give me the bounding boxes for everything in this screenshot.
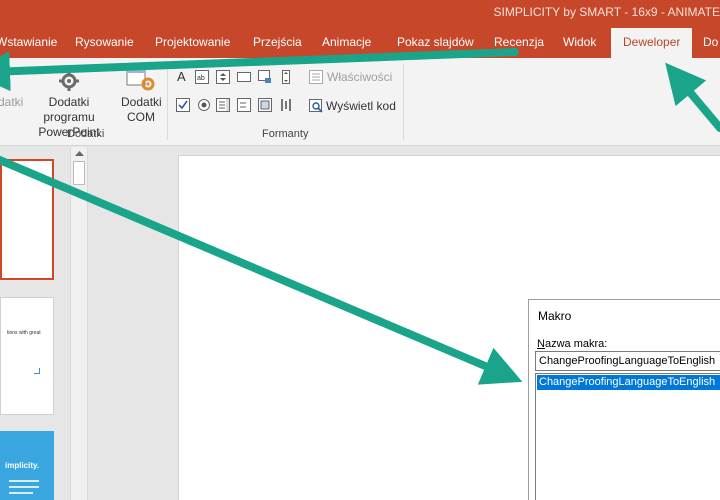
macro-name-label: Nazwa makra: bbox=[537, 338, 608, 350]
properties-button[interactable]: Właściwości bbox=[327, 70, 392, 84]
tab-view[interactable]: Widok bbox=[563, 28, 596, 58]
properties-icon[interactable] bbox=[309, 70, 323, 84]
toggle-button-icon[interactable] bbox=[258, 98, 272, 112]
powerpoint-window: SIMPLICITY by SMART - 16x9 - ANIMATE Wst… bbox=[0, 0, 720, 500]
listbox-control-icon[interactable] bbox=[216, 98, 230, 112]
slide-thumbnail-2-text: tions with great bbox=[7, 330, 41, 336]
macro-dialog: Makro Nazwa makra: ChangeProofingLanguag… bbox=[528, 299, 720, 500]
slide-thumbnail-3-title: implicity. bbox=[5, 461, 40, 470]
group-separator bbox=[167, 64, 168, 140]
title-bar: SIMPLICITY by SMART - 16x9 - ANIMATE Wst… bbox=[0, 0, 720, 58]
tab-developer[interactable]: Deweloper bbox=[611, 28, 693, 58]
com-addins-button[interactable]: Dodatki COM bbox=[121, 95, 162, 125]
scroll-up-icon[interactable] bbox=[74, 149, 85, 158]
spin-button-icon[interactable] bbox=[216, 70, 230, 84]
thumbnail-scrollbar[interactable] bbox=[70, 147, 88, 500]
tab-design[interactable]: Projektowanie bbox=[155, 28, 230, 58]
tab-more[interactable]: Do bbox=[703, 28, 718, 58]
slide-thumbnails-pane[interactable]: tions with great implicity. bbox=[0, 147, 70, 500]
macro-name-label-rest: azwa makra: bbox=[544, 338, 608, 350]
scrollbar-control-icon[interactable] bbox=[279, 70, 293, 84]
tab-transitions[interactable]: Przejścia bbox=[253, 28, 302, 58]
tab-animations[interactable]: Animacje bbox=[322, 28, 371, 58]
list-item[interactable]: ChangeProofingLanguageToEnglish bbox=[537, 375, 720, 390]
more-controls-icon[interactable] bbox=[279, 98, 293, 112]
checkbox-control-icon[interactable] bbox=[176, 98, 190, 112]
scrollbar-thumb[interactable] bbox=[73, 161, 85, 185]
slide-thumbnail-1[interactable] bbox=[0, 159, 54, 280]
gear-icon[interactable] bbox=[58, 70, 80, 92]
command-button-icon[interactable] bbox=[237, 70, 251, 84]
svg-text:ab: ab bbox=[197, 75, 205, 82]
ribbon: datki Dodatki programu PowerPoint Dodatk… bbox=[0, 58, 720, 146]
slide-corner-mark bbox=[34, 368, 40, 374]
ribbon-tabs: Wstawianie Rysowanie Projektowanie Przej… bbox=[0, 28, 720, 58]
tab-review[interactable]: Recenzja bbox=[494, 28, 544, 58]
group-controls-label: Formanty bbox=[262, 128, 309, 140]
slide-thumbnail-3[interactable]: implicity. bbox=[0, 431, 54, 500]
addins-button-label[interactable]: datki bbox=[0, 95, 23, 109]
slide-text-line bbox=[9, 486, 39, 488]
combobox-control-icon[interactable] bbox=[237, 98, 251, 112]
textbox-control-icon[interactable]: ab bbox=[195, 70, 209, 84]
view-code-icon[interactable] bbox=[309, 99, 323, 113]
tab-insert[interactable]: Wstawianie bbox=[0, 28, 57, 58]
option-button-icon[interactable] bbox=[197, 98, 211, 112]
view-code-button[interactable]: Wyświetl kod bbox=[326, 99, 396, 113]
group-addins-label: Dodatki bbox=[67, 128, 105, 140]
slide-text-line bbox=[9, 492, 33, 494]
slide-text-line bbox=[9, 480, 39, 482]
slide-thumbnail-2[interactable]: tions with great bbox=[0, 297, 54, 415]
com-addins-icon[interactable] bbox=[126, 66, 156, 92]
macro-list[interactable]: ChangeProofingLanguageToEnglish bbox=[535, 373, 720, 500]
tab-draw[interactable]: Rysowanie bbox=[75, 28, 134, 58]
dialog-title: Makro bbox=[538, 309, 572, 323]
tab-slideshow[interactable]: Pokaz slajdów bbox=[397, 28, 474, 58]
group-separator bbox=[403, 64, 404, 140]
label-control-icon[interactable]: A bbox=[177, 69, 186, 84]
macro-name-input[interactable]: ChangeProofingLanguageToEnglish bbox=[535, 351, 720, 371]
window-title: SIMPLICITY by SMART - 16x9 - ANIMATE bbox=[493, 5, 720, 19]
image-control-icon[interactable] bbox=[258, 70, 272, 84]
